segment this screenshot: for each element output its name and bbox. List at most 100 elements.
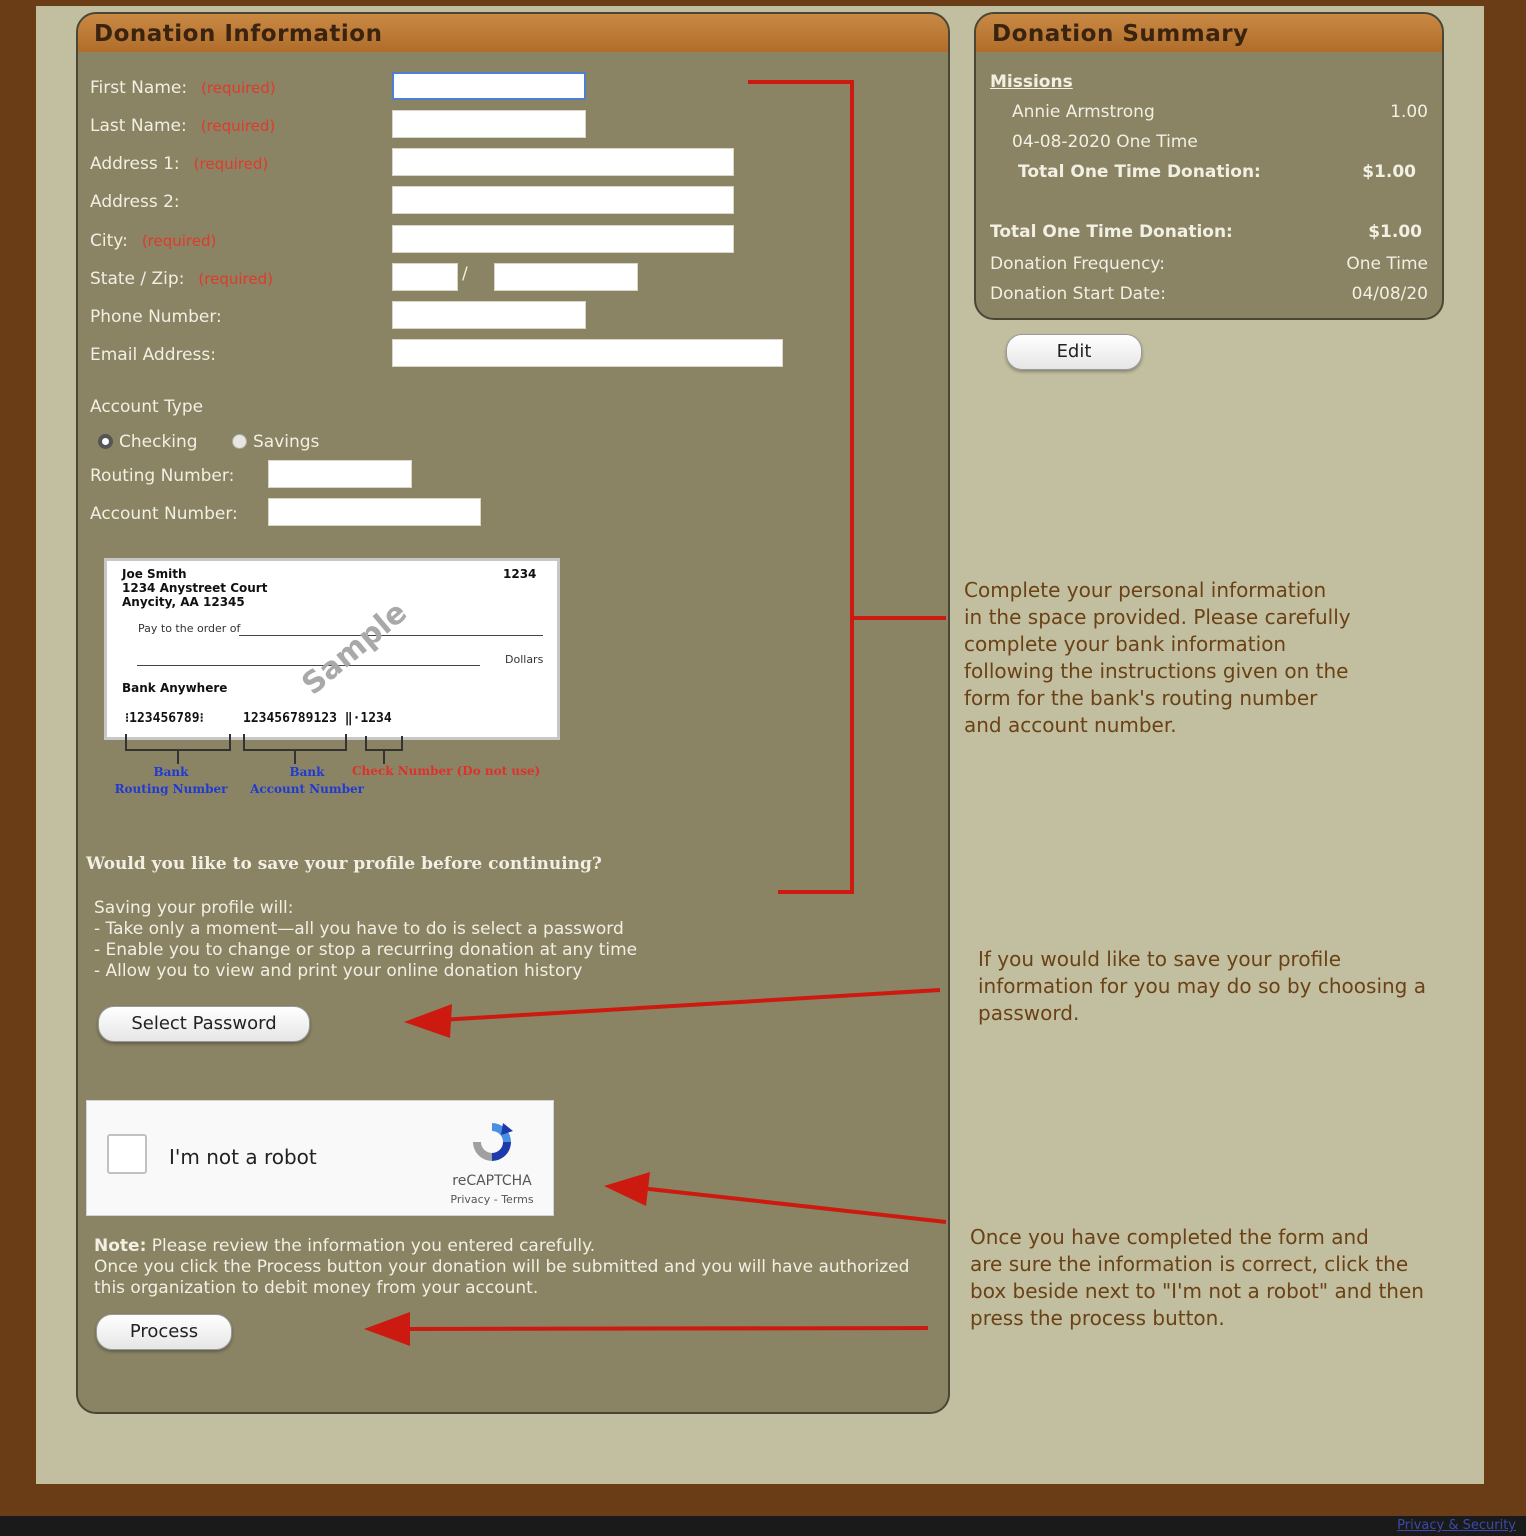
address2-label: Address 2: (90, 192, 180, 212)
instruction-line: are sure the information is correct, cli… (970, 1252, 1409, 1276)
instruction-line: password. (978, 1001, 1080, 1025)
save-info-line: - Allow you to view and print your onlin… (94, 961, 583, 981)
account-type-label: Account Type (90, 397, 204, 417)
summary-item-row: Annie Armstrong 1.00 (1012, 102, 1428, 122)
instruction-line: box beside next to "I'm not a robot" and… (970, 1279, 1424, 1303)
check-name: Joe Smith (122, 567, 187, 581)
summary-subtotal-value: $1.00 (1362, 162, 1416, 182)
save-info-line: Saving your profile will: (94, 898, 294, 918)
check-number-caption: Check Number (Do not use) (352, 764, 541, 778)
instruction-line: Once you have completed the form and (970, 1225, 1369, 1249)
summary-item-amount: 1.00 (1390, 102, 1428, 122)
summary-start-value: 04/08/20 (1351, 284, 1428, 304)
summary-start-label: Donation Start Date: (990, 284, 1166, 304)
first-name-input[interactable] (392, 72, 586, 100)
phone-input[interactable] (392, 301, 586, 329)
micr-routing: ⁝123456789⁝ (125, 711, 204, 726)
radio-savings[interactable]: Savings (232, 432, 319, 452)
address1-label: Address 1: (required) (90, 154, 269, 174)
instruction-password: If you would like to save your profile i… (978, 946, 1426, 1027)
summary-frequency-row: Donation Frequency: One Time (990, 254, 1428, 274)
sample-watermark: Sample (295, 594, 414, 703)
note-bold: Note: (94, 1236, 147, 1256)
check-city: Anycity, AA 12345 (122, 595, 245, 609)
save-info-line: - Enable you to change or stop a recurri… (94, 940, 638, 960)
instruction-line: form for the bank's routing number (964, 686, 1318, 710)
check-number: 1234 (503, 567, 537, 581)
footer: Privacy & Security (0, 1516, 1526, 1536)
state-input[interactable] (392, 263, 458, 291)
micr-account: 123456789123 ‖⋅1234 (243, 711, 392, 726)
instruction-line: If you would like to save your profile (978, 947, 1342, 971)
recaptcha-widget: I'm not a robot reCAPTCHA Privacy - Term… (86, 1100, 554, 1216)
save-profile-info: Saving your profile will: - Take only a … (94, 898, 637, 982)
email-input[interactable] (392, 339, 783, 367)
instruction-line: in the space provided. Please carefully (964, 605, 1351, 629)
summary-frequency-value: One Time (1346, 254, 1428, 274)
routing-number-input[interactable] (268, 460, 412, 488)
recaptcha-icon (473, 1123, 513, 1161)
instruction-line: press the process button. (970, 1306, 1225, 1330)
donation-information-panel: Donation Information First Name: (require… (76, 12, 950, 1414)
recaptcha-brand: reCAPTCHA (452, 1173, 532, 1189)
instruction-line: Complete your personal information (964, 578, 1327, 602)
zip-input[interactable] (494, 263, 638, 291)
first-name-label: First Name: (required) (90, 78, 276, 98)
summary-item-date: 04-08-2020 One Time (1012, 132, 1198, 152)
radio-savings-dot[interactable] (232, 434, 247, 449)
summary-item-name: Annie Armstrong (1012, 102, 1155, 122)
routing-number-label: Routing Number: (90, 466, 235, 486)
summary-total-value: $1.00 (1368, 222, 1422, 242)
donation-summary-title: Donation Summary (976, 14, 1442, 52)
check-dollars: Dollars (505, 653, 544, 666)
summary-total-row: Total One Time Donation: $1.00 (990, 222, 1422, 242)
city-input[interactable] (392, 225, 734, 253)
save-profile-question: Would you like to save your profile befo… (86, 854, 602, 874)
recaptcha-label: I'm not a robot (169, 1145, 317, 1169)
summary-start-row: Donation Start Date: 04/08/20 (990, 284, 1428, 304)
note-line-2: Once you click the Process button your d… (94, 1257, 910, 1277)
privacy-link[interactable]: Privacy & Security (1397, 1518, 1516, 1533)
instruction-personal: Complete your personal information in th… (964, 577, 1351, 739)
note-line-1: Please review the information you entere… (146, 1236, 596, 1256)
note-line-3: this organization to debit money from yo… (94, 1278, 539, 1298)
recaptcha-checkbox[interactable] (107, 1134, 147, 1174)
city-label: City: (required) (90, 231, 217, 251)
radio-checking[interactable]: Checking (98, 432, 198, 452)
check-street: 1234 Anystreet Court (122, 581, 268, 595)
instruction-line: complete your bank information (964, 632, 1287, 656)
last-name-label: Last Name: (required) (90, 116, 276, 136)
state-zip-label: State / Zip: (required) (90, 269, 273, 289)
summary-category-link[interactable]: Missions (990, 72, 1428, 92)
instruction-line: following the instructions given on the (964, 659, 1349, 683)
account-number-input[interactable] (268, 498, 481, 526)
summary-frequency-label: Donation Frequency: (990, 254, 1165, 274)
donation-information-title: Donation Information (78, 14, 948, 52)
address2-input[interactable] (392, 186, 734, 214)
donation-summary-panel: Donation Summary Missions Annie Armstron… (974, 12, 1444, 320)
sample-check-image: Joe Smith 1234 Anystreet Court Anycity, … (104, 558, 560, 740)
check-pay-to: Pay to the order of (138, 622, 241, 635)
address1-input[interactable] (392, 148, 734, 176)
check-bank: Bank Anywhere (122, 681, 228, 695)
summary-subtotal-label: Total One Time Donation: (1018, 162, 1261, 182)
instruction-process: Once you have completed the form and are… (970, 1224, 1424, 1332)
last-name-input[interactable] (392, 110, 586, 138)
instruction-line: information for you may do so by choosin… (978, 974, 1426, 998)
review-note: Note: Please review the information you … (94, 1236, 909, 1299)
process-button[interactable]: Process (96, 1314, 232, 1350)
radio-checking-dot[interactable] (98, 434, 113, 449)
state-zip-separator: / (462, 264, 468, 284)
instruction-line: and account number. (964, 713, 1177, 737)
summary-subtotal-row: Total One Time Donation: $1.00 (1018, 162, 1416, 182)
page-frame-left (0, 0, 36, 1484)
account-number-label: Account Number: (90, 504, 238, 524)
recaptcha-links[interactable]: Privacy - Terms (427, 1193, 557, 1206)
select-password-button[interactable]: Select Password (98, 1006, 310, 1042)
summary-total-label: Total One Time Donation: (990, 222, 1233, 242)
phone-label: Phone Number: (90, 307, 222, 327)
edit-button[interactable]: Edit (1006, 334, 1142, 370)
email-label: Email Address: (90, 345, 216, 365)
save-info-line: - Take only a moment—all you have to do … (94, 919, 624, 939)
routing-number-caption: Bank Routing Number (114, 765, 228, 796)
